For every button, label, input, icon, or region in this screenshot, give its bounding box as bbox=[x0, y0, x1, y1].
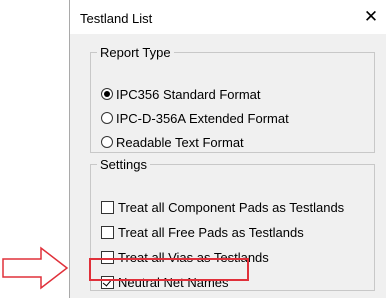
checkbox-unchecked-icon[interactable] bbox=[101, 250, 114, 264]
checkbox-label: Treat all Component Pads as Testlands bbox=[118, 199, 345, 215]
radio-label: Readable Text Format bbox=[116, 134, 244, 150]
checkbox-label: Treat all Free Pads as Testlands bbox=[118, 224, 304, 240]
radio-unselected-icon[interactable] bbox=[101, 112, 113, 124]
dialog-title: Testland List bbox=[80, 11, 153, 26]
report-type-group: Report Type IPC356 Standard Format IPC-D… bbox=[90, 45, 375, 153]
radio-readable-text[interactable]: Readable Text Format bbox=[101, 133, 244, 151]
checkbox-checked-icon[interactable] bbox=[101, 275, 114, 289]
radio-ipc-d-356a-extended[interactable]: IPC-D-356A Extended Format bbox=[101, 109, 289, 127]
testland-list-dialog: Testland List ✕ Report Type IPC356 Stand… bbox=[69, 0, 386, 298]
checkbox-component-pads[interactable]: Treat all Component Pads as Testlands bbox=[101, 198, 344, 216]
report-type-legend: Report Type bbox=[100, 45, 171, 60]
checkbox-unchecked-icon[interactable] bbox=[101, 200, 114, 214]
checkbox-neutral-net-names[interactable]: Neutral Net Names bbox=[101, 273, 229, 291]
settings-group: Settings Treat all Component Pads as Tes… bbox=[90, 157, 375, 291]
callout-arrow-icon bbox=[2, 246, 69, 290]
checkbox-vias[interactable]: Treat all Vias as Testlands bbox=[101, 248, 269, 266]
radio-ipc356-standard[interactable]: IPC356 Standard Format bbox=[101, 85, 261, 103]
checkbox-free-pads[interactable]: Treat all Free Pads as Testlands bbox=[101, 223, 304, 241]
radio-label: IPC-D-356A Extended Format bbox=[116, 110, 289, 126]
radio-selected-icon[interactable] bbox=[101, 88, 113, 100]
radio-unselected-icon[interactable] bbox=[101, 136, 113, 148]
radio-label: IPC356 Standard Format bbox=[116, 86, 261, 102]
close-button[interactable]: ✕ bbox=[359, 6, 383, 28]
checkbox-label: Neutral Net Names bbox=[118, 274, 229, 290]
checkbox-label: Treat all Vias as Testlands bbox=[118, 249, 269, 265]
checkbox-unchecked-icon[interactable] bbox=[101, 225, 114, 239]
settings-legend: Settings bbox=[100, 157, 147, 172]
title-bar: Testland List ✕ bbox=[70, 0, 386, 34]
